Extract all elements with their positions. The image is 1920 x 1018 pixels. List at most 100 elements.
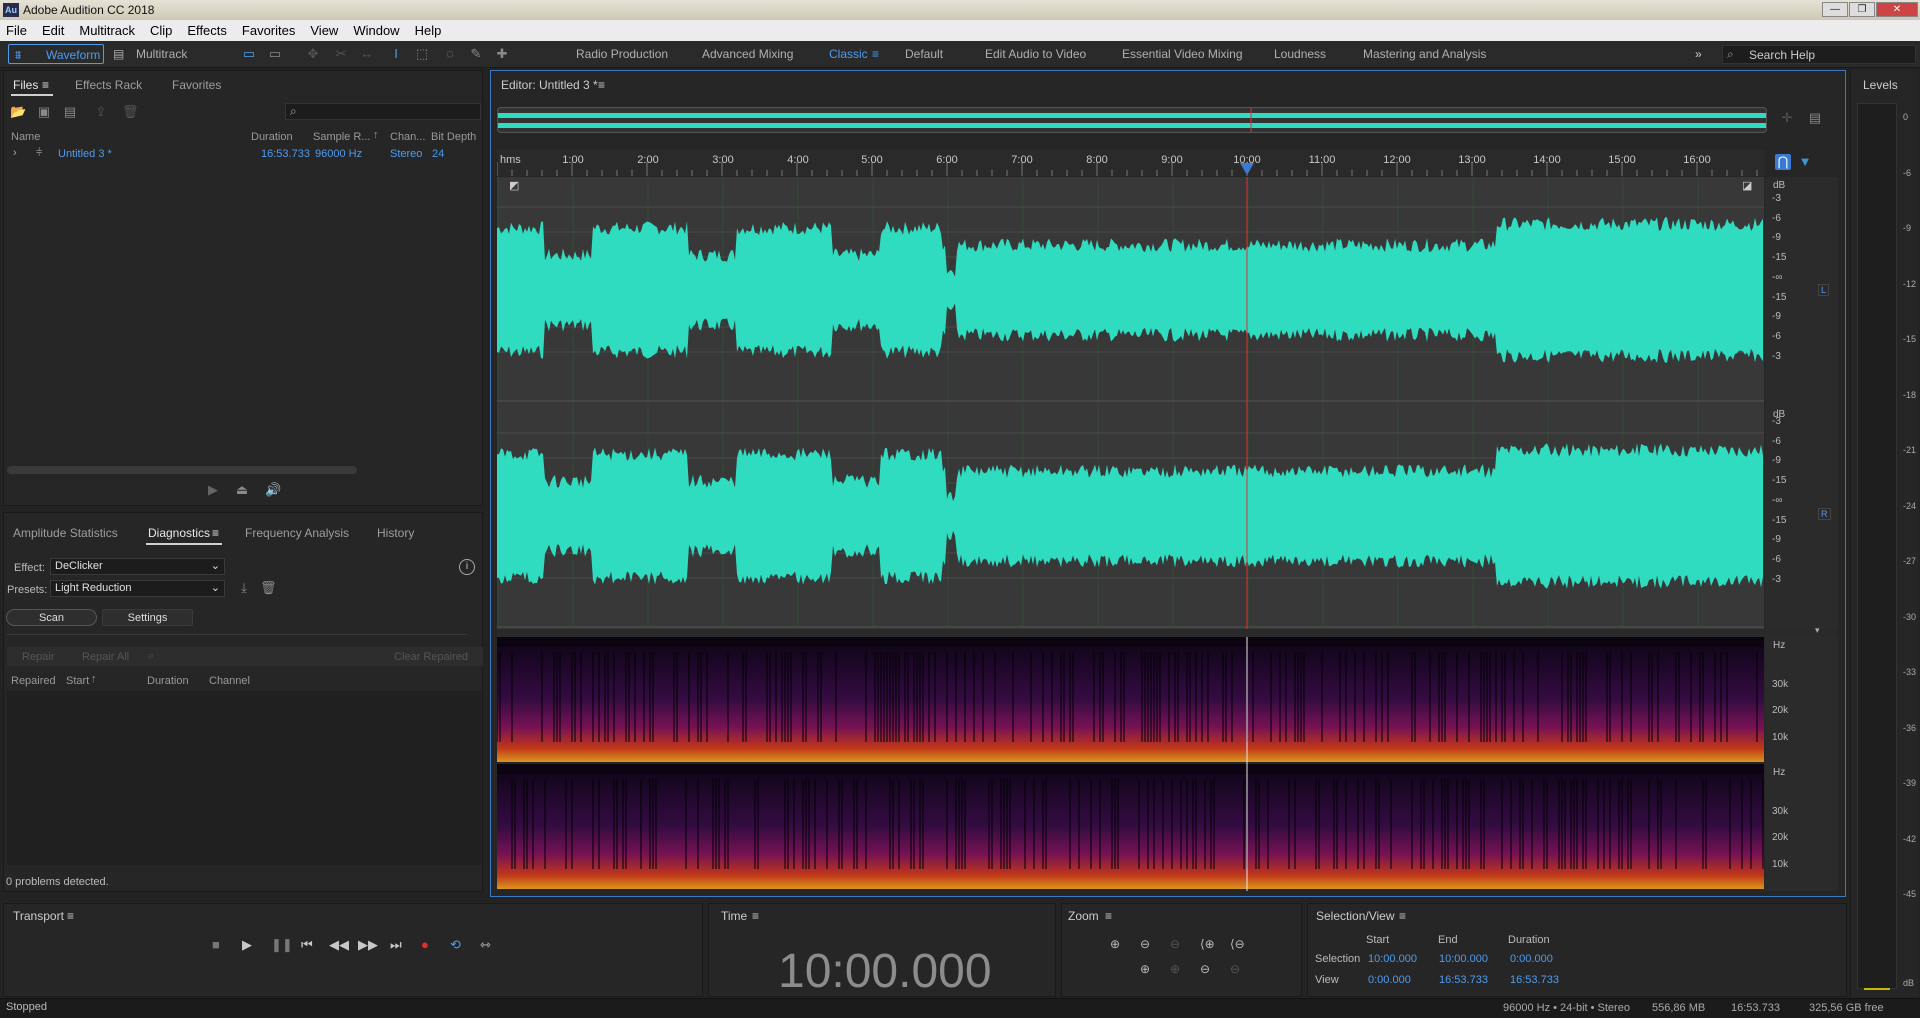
new-file-icon[interactable]: ▤	[62, 104, 78, 120]
menu-view[interactable]: View	[310, 23, 338, 38]
col-channel[interactable]: Channel	[209, 675, 250, 687]
pause-icon[interactable]: ❚❚	[271, 937, 293, 953]
repair-all-button[interactable]: Repair All	[82, 651, 129, 663]
minimize-button[interactable]: —	[1822, 2, 1848, 17]
save-preset-icon[interactable]: ⤓	[236, 580, 252, 596]
insert-into-multitrack-icon[interactable]: ⇪	[93, 104, 109, 120]
delete-file-icon[interactable]: 🗑	[122, 104, 139, 120]
spectral-splitter[interactable]	[497, 629, 1837, 637]
presets-select[interactable]: Light Reduction ⌄	[50, 580, 225, 597]
menu-window[interactable]: Window	[353, 23, 399, 38]
col-duration[interactable]: Duration	[251, 131, 293, 143]
col-name[interactable]: Name	[11, 131, 40, 143]
workspace-classic[interactable]: Classic	[829, 47, 868, 61]
time-ruler[interactable]	[497, 150, 1765, 176]
clear-repaired-button[interactable]: Clear Repaired	[394, 651, 468, 663]
zoom-to-icon[interactable]: ⌕	[148, 650, 154, 663]
play-preview-icon[interactable]: ▶	[205, 482, 221, 498]
effect-select[interactable]: DeClicker ⌄	[50, 558, 225, 575]
settings-button[interactable]: Settings	[102, 609, 193, 626]
zoom-out-point-icon[interactable]: ⊖	[1200, 962, 1210, 976]
spectral-display-icon[interactable]: ▭	[267, 46, 283, 62]
info-icon[interactable]: i	[459, 559, 475, 575]
menu-help[interactable]: Help	[415, 23, 442, 38]
zoom-in-point-icon[interactable]: ⊕	[1170, 962, 1180, 976]
tab-diagnostics[interactable]: Diagnostics	[148, 526, 210, 540]
workspace-default[interactable]: Default	[905, 47, 943, 61]
overview-navigator[interactable]	[497, 107, 1767, 133]
files-panel-menu-icon[interactable]: ≡	[42, 78, 49, 92]
spot-healing-tool-icon[interactable]: ✚	[494, 46, 510, 62]
spectral-display[interactable]	[496, 637, 1764, 891]
time-selection-tool-icon[interactable]: I	[388, 46, 404, 62]
slip-tool-icon[interactable]: ↔	[359, 46, 375, 62]
zoom-out-amplitude-icon[interactable]: ⊖	[1140, 937, 1150, 951]
zoom-out-full-icon[interactable]: ⊖	[1170, 937, 1180, 951]
selection-end[interactable]: 10:00.000	[1439, 953, 1488, 965]
move-tool-icon[interactable]: ✥	[305, 46, 321, 62]
col-sample-rate[interactable]: Sample R...	[313, 131, 370, 143]
view-start[interactable]: 0:00.000	[1368, 974, 1411, 986]
zoom-menu-icon[interactable]: ≡	[1105, 909, 1112, 923]
autoplay-icon[interactable]: 🔊	[265, 482, 281, 498]
workspace-menu-icon[interactable]: ≡	[872, 47, 879, 61]
loop-playback-icon[interactable]: ⟲	[450, 937, 461, 953]
hud-toggle-icon[interactable]: ◩	[509, 179, 519, 192]
workspace-radio-production[interactable]: Radio Production	[576, 47, 668, 61]
scan-button[interactable]: Scan	[6, 609, 97, 626]
waveform-display[interactable]	[497, 177, 1764, 629]
selection-start[interactable]: 10:00.000	[1368, 953, 1417, 965]
tab-amplitude-statistics[interactable]: Amplitude Statistics	[13, 526, 118, 540]
tab-frequency-analysis[interactable]: Frequency Analysis	[245, 526, 349, 540]
menu-effects[interactable]: Effects	[187, 23, 227, 38]
skip-selection-icon[interactable]: ⇿	[480, 937, 491, 953]
marker-icon[interactable]: ▼	[1797, 154, 1813, 170]
stop-icon[interactable]: ■	[212, 937, 220, 952]
menu-clip[interactable]: Clip	[150, 23, 172, 38]
zoom-out-time-icon[interactable]: ⟨⊖	[1230, 937, 1245, 951]
waveform-display-icon[interactable]: ▭	[241, 46, 257, 62]
tab-effects-rack[interactable]: Effects Rack	[75, 78, 142, 92]
workspace-essential-video-mixing[interactable]: Essential Video Mixing	[1122, 47, 1243, 61]
col-start[interactable]: Start	[66, 675, 89, 687]
workspace-advanced-mixing[interactable]: Advanced Mixing	[702, 47, 793, 61]
channel-right-toggle[interactable]: R	[1818, 508, 1831, 520]
zoom-in-time-icon[interactable]: ⟨⊕	[1200, 937, 1215, 951]
import-file-icon[interactable]: ▣	[36, 104, 52, 120]
file-row[interactable]: › ⫩ Untitled 3 * 16:53.733 96000 Hz Ster…	[5, 146, 481, 163]
marquee-tool-icon[interactable]: ⬚	[414, 46, 430, 62]
menu-edit[interactable]: Edit	[42, 23, 64, 38]
transport-menu-icon[interactable]: ≡	[67, 909, 74, 923]
view-end[interactable]: 16:53.733	[1439, 974, 1488, 986]
workspace-edit-audio-to-video[interactable]: Edit Audio to Video	[985, 47, 1086, 61]
editor-menu-icon[interactable]: ≡	[598, 78, 605, 92]
fade-out-handle-icon[interactable]: ◪	[1742, 179, 1752, 192]
skip-to-end-icon[interactable]: ⏭	[390, 937, 402, 953]
workspace-loudness[interactable]: Loudness	[1274, 47, 1326, 61]
view-duration[interactable]: 16:53.733	[1510, 974, 1559, 986]
skip-to-start-icon[interactable]: ⏮	[301, 937, 313, 953]
delete-preset-icon[interactable]: 🗑	[260, 580, 277, 596]
diagnostics-menu-icon[interactable]: ≡	[212, 526, 219, 540]
lasso-tool-icon[interactable]: ◌	[442, 46, 458, 62]
zoom-reset-icon[interactable]: ⊖	[1230, 962, 1240, 976]
waveform-view-button[interactable]: ⩩ Waveform	[8, 44, 104, 64]
zoom-in-amplitude-icon[interactable]: ⊕	[1110, 937, 1120, 951]
zoom-to-selection-icon[interactable]: ⊕	[1140, 962, 1150, 976]
razor-tool-icon[interactable]: ✂	[333, 46, 349, 62]
repair-button[interactable]: Repair	[22, 651, 54, 663]
workspace-mastering-and-analysis[interactable]: Mastering and Analysis	[1363, 47, 1486, 61]
channel-left-toggle[interactable]: L	[1818, 284, 1830, 296]
col-channels[interactable]: Chan...	[390, 131, 425, 143]
multitrack-view-button[interactable]: ▤ Multitrack	[110, 44, 192, 64]
col-repaired[interactable]: Repaired	[11, 675, 56, 687]
workspace-overflow-icon[interactable]: »	[1695, 47, 1702, 61]
overview-menu-icon[interactable]: ▤	[1807, 110, 1823, 126]
tab-files[interactable]: Files	[13, 78, 38, 92]
loop-preview-icon[interactable]: ⏏	[234, 482, 250, 498]
chevron-down-icon[interactable]: ▾	[1815, 625, 1820, 636]
record-icon[interactable]: ●	[421, 937, 429, 952]
fast-forward-icon[interactable]: ▶▶	[358, 937, 378, 953]
expand-chevron-icon[interactable]: ›	[13, 147, 17, 159]
close-button[interactable]: ✕	[1876, 2, 1918, 17]
